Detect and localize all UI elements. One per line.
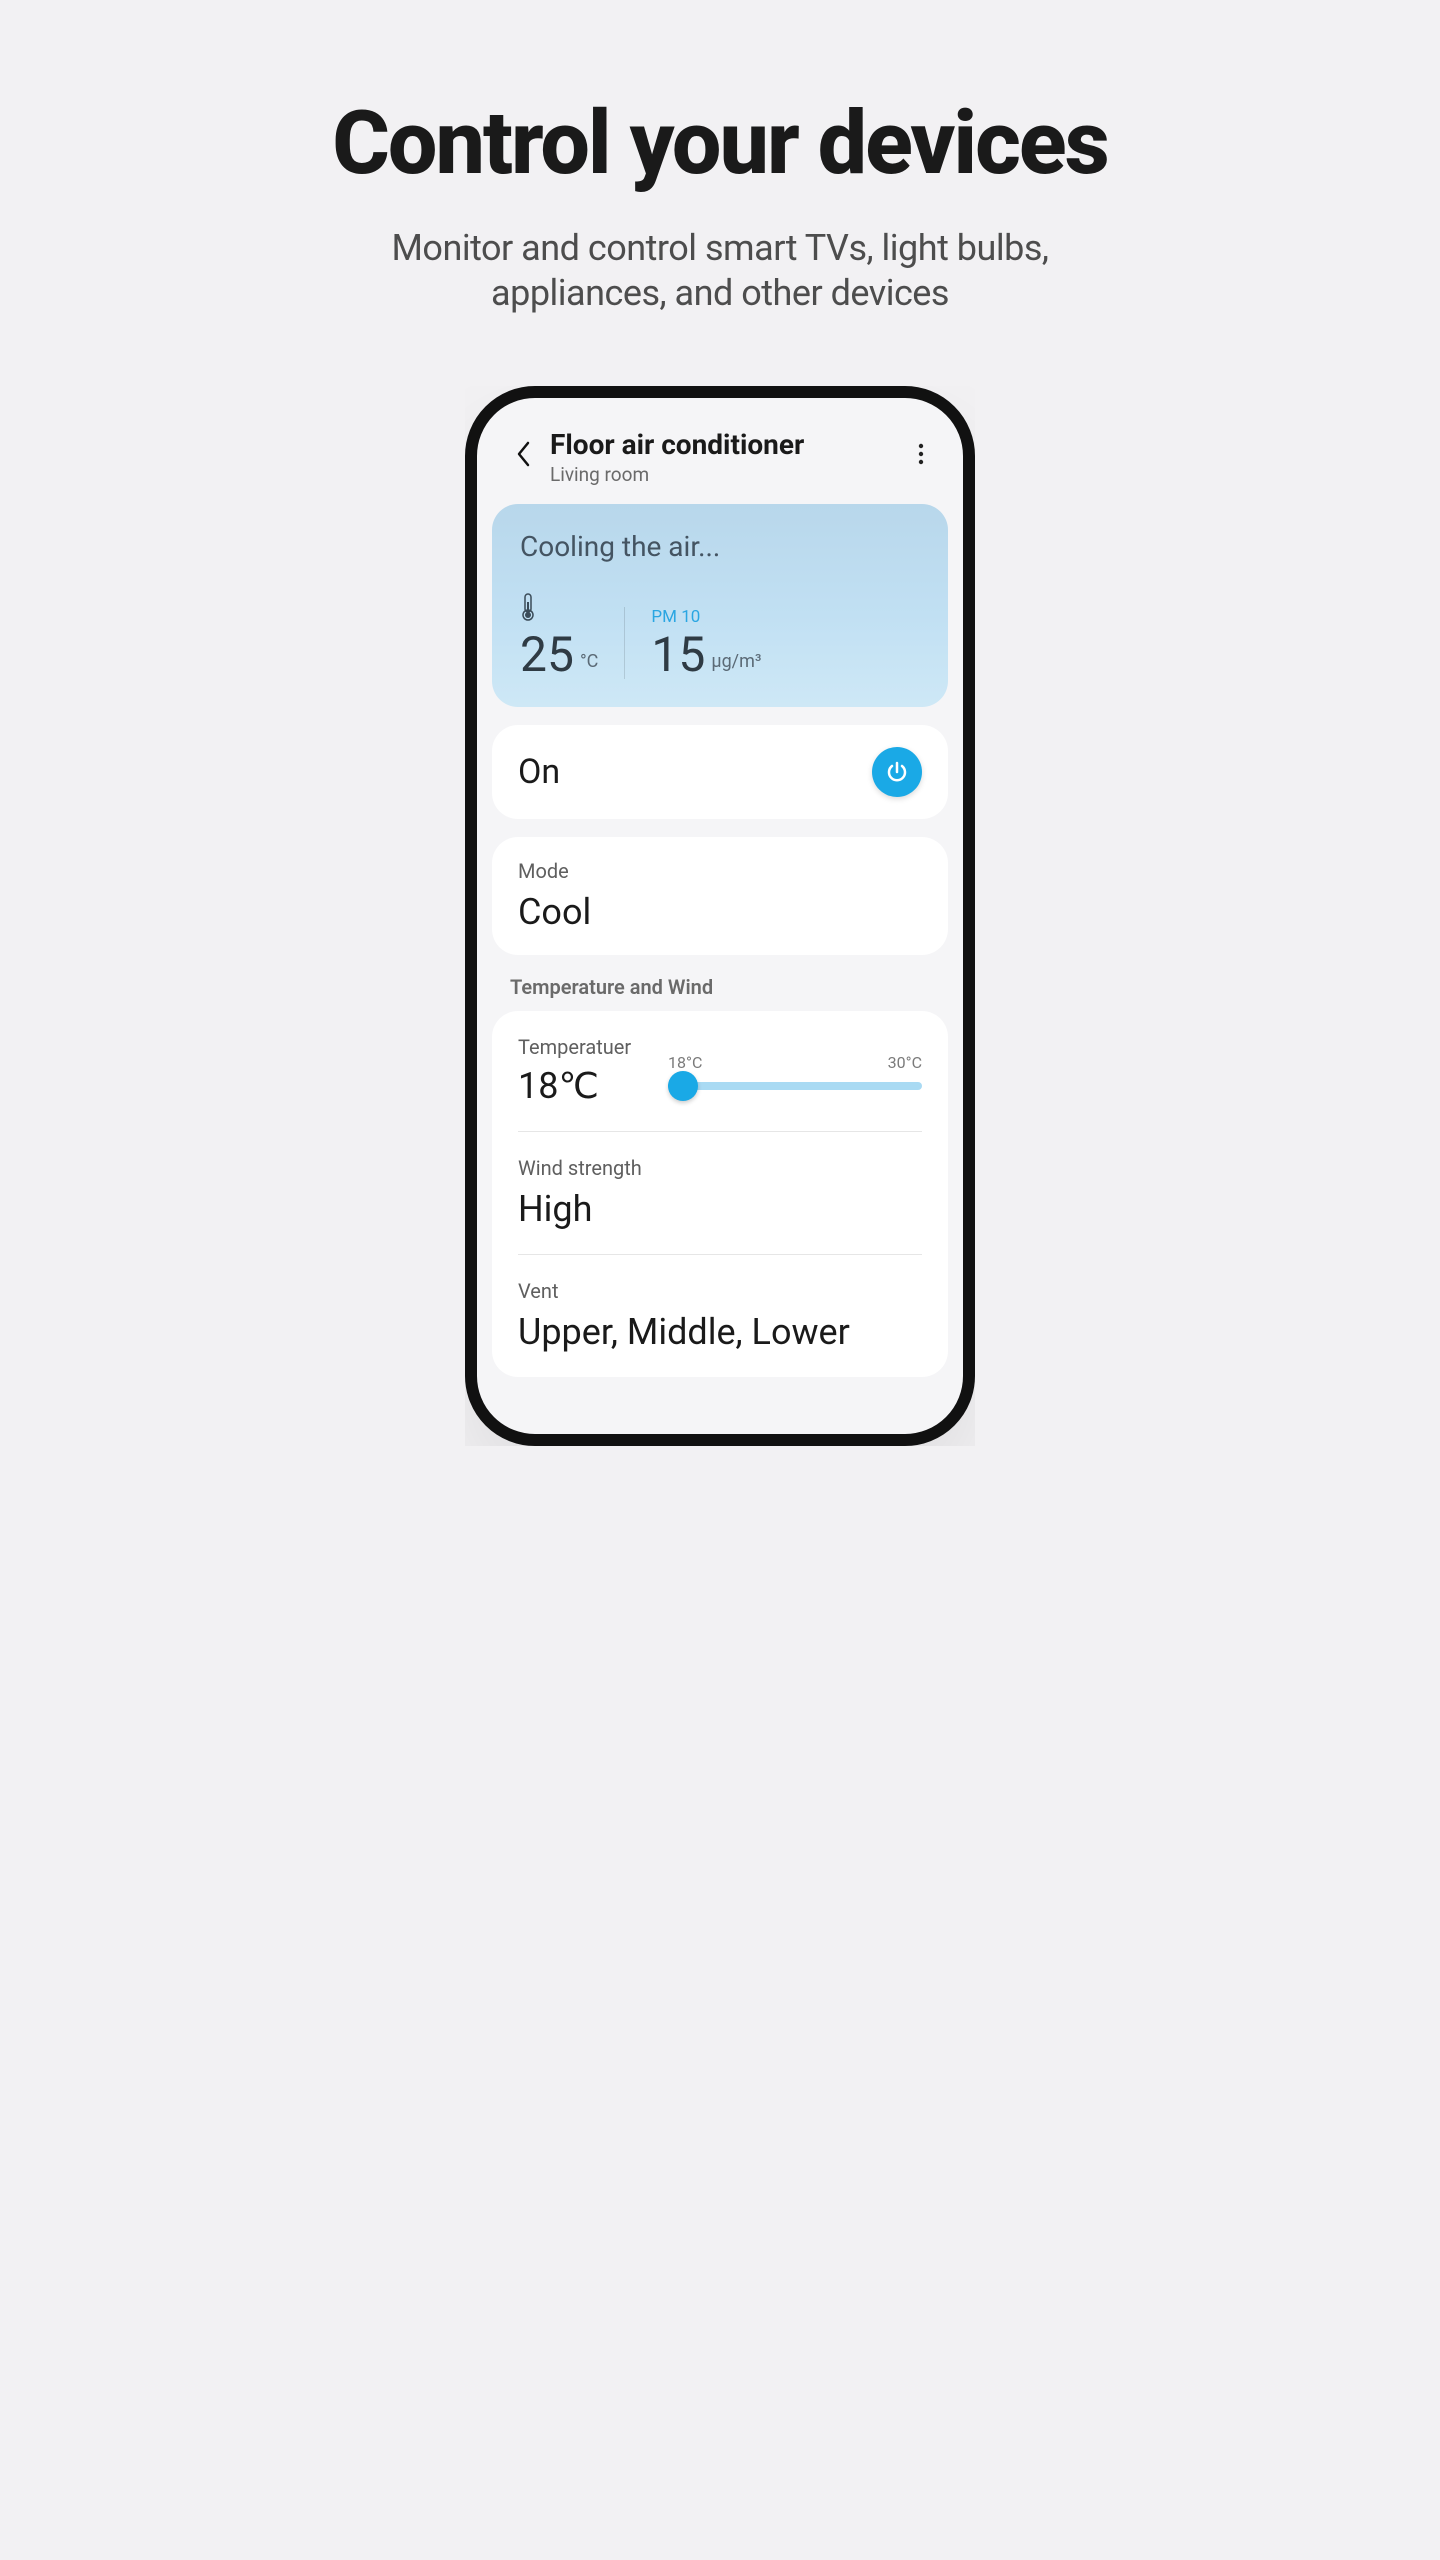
more-button[interactable] xyxy=(906,434,936,474)
metric-pm: PM 10 15 µg/m³ xyxy=(624,607,761,679)
divider xyxy=(518,1131,922,1132)
current-temperature-unit: °C xyxy=(580,653,598,671)
wind-label: Wind strength xyxy=(518,1156,922,1180)
temperature-row: Temperatuer 18℃ 18°C 30°C xyxy=(518,1035,922,1107)
kebab-icon xyxy=(918,443,924,465)
pm-label: PM 10 xyxy=(651,607,700,627)
status-text: Cooling the air... xyxy=(520,530,920,563)
vent-row[interactable]: Vent Upper, Middle, Lower xyxy=(518,1279,922,1353)
current-temperature: 25 °C xyxy=(520,631,598,679)
chevron-left-icon xyxy=(516,441,532,467)
hero-title: Control your devices xyxy=(310,100,1130,188)
phone-screen: Floor air conditioner Living room Coolin… xyxy=(465,386,975,1446)
hero-subtitle: Monitor and control smart TVs, light bul… xyxy=(310,226,1130,316)
back-button[interactable] xyxy=(504,434,544,474)
wind-value: High xyxy=(518,1188,922,1230)
temperature-wind-card: Temperatuer 18℃ 18°C 30°C xyxy=(492,1011,948,1377)
thermometer-icon xyxy=(520,593,536,621)
temperature-value: 18℃ xyxy=(518,1065,668,1107)
title-block: Floor air conditioner Living room xyxy=(550,428,906,486)
power-card: On xyxy=(492,725,948,819)
phone-frame: Floor air conditioner Living room Coolin… xyxy=(465,386,975,1446)
device-room: Living room xyxy=(550,463,906,486)
pm-unit: µg/m³ xyxy=(711,653,761,671)
slider-thumb[interactable] xyxy=(668,1071,698,1101)
pm-value: 15 xyxy=(651,631,705,679)
mode-label: Mode xyxy=(518,859,922,883)
slider-max-label: 30°C xyxy=(888,1053,922,1072)
vent-label: Vent xyxy=(518,1279,922,1303)
temperature-slider[interactable]: 18°C 30°C xyxy=(668,1043,922,1099)
slider-labels: 18°C 30°C xyxy=(668,1053,922,1072)
top-bar: Floor air conditioner Living room xyxy=(492,428,948,504)
wind-row[interactable]: Wind strength High xyxy=(518,1156,922,1230)
status-card[interactable]: Cooling the air... 25 °C xyxy=(492,504,948,707)
mode-card[interactable]: Mode Cool xyxy=(492,837,948,955)
section-title: Temperature and Wind xyxy=(510,975,944,999)
temperature-label: Temperatuer xyxy=(518,1035,668,1059)
pm-value-row: 15 µg/m³ xyxy=(651,631,761,679)
vent-value: Upper, Middle, Lower xyxy=(518,1311,922,1353)
current-temperature-value: 25 xyxy=(520,631,574,679)
temperature-readout: Temperatuer 18℃ xyxy=(518,1035,668,1107)
status-metrics: 25 °C PM 10 15 µg/m³ xyxy=(520,593,920,679)
mode-value: Cool xyxy=(518,891,922,933)
slider-track xyxy=(668,1082,922,1090)
device-title: Floor air conditioner xyxy=(550,428,906,461)
slider-min-label: 18°C xyxy=(668,1053,702,1072)
power-button[interactable] xyxy=(872,747,922,797)
divider xyxy=(518,1254,922,1255)
power-state-label: On xyxy=(518,752,560,792)
metric-temperature: 25 °C xyxy=(520,593,624,679)
power-icon xyxy=(885,760,909,784)
